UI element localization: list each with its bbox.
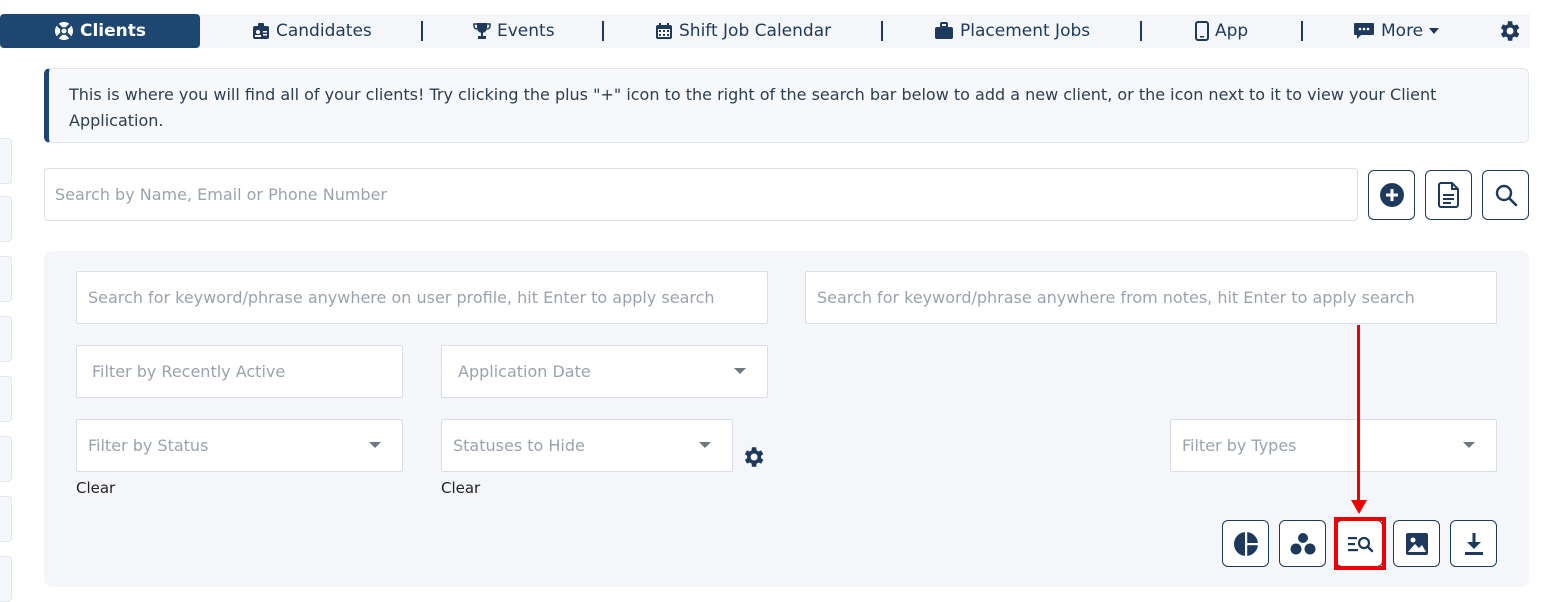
comment-icon: [1354, 23, 1374, 39]
side-panel-stub[interactable]: [0, 138, 12, 184]
side-panel-stub[interactable]: [0, 196, 12, 242]
select-value: Filter by Types: [1182, 436, 1297, 455]
tab-shift-job-calendar[interactable]: Shift Job Calendar: [655, 14, 831, 48]
info-banner: This is where you will find all of your …: [44, 68, 1529, 143]
cluster-view-button[interactable]: [1279, 520, 1326, 567]
status-filter-select[interactable]: Filter by Status: [76, 419, 403, 472]
pie-chart-icon: [1233, 530, 1259, 557]
image-view-button[interactable]: [1393, 520, 1440, 567]
top-nav: Clients Candidates Events Shift Job Cale…: [0, 14, 1530, 48]
download-button[interactable]: [1450, 520, 1497, 567]
plus-circle-icon: [1379, 183, 1404, 207]
document-icon: [1437, 182, 1459, 208]
clear-statuses-to-hide-link[interactable]: Clear: [441, 479, 480, 497]
side-panel-stub[interactable]: [0, 496, 12, 542]
side-panel-stub[interactable]: [0, 256, 12, 302]
calendar-icon: [656, 23, 672, 39]
trophy-icon: [473, 23, 491, 39]
nav-divider: [421, 21, 423, 41]
caret-down-icon: [699, 442, 711, 448]
types-filter-select[interactable]: Filter by Types: [1170, 419, 1497, 472]
select-value: Application Date: [458, 362, 591, 381]
side-panel-stub[interactable]: [0, 556, 12, 602]
clear-status-link[interactable]: Clear: [76, 479, 115, 497]
tab-label: Shift Job Calendar: [679, 21, 832, 41]
gear-icon[interactable]: [1496, 18, 1522, 44]
tab-label: Clients: [79, 21, 146, 41]
caret-down-icon: [1463, 442, 1475, 448]
mobile-icon: [1195, 21, 1209, 41]
select-value: Filter by Status: [88, 436, 209, 455]
application-date-select[interactable]: Application Date: [441, 345, 768, 398]
tab-candidates[interactable]: Candidates: [252, 14, 372, 48]
tab-label: More: [1381, 21, 1424, 41]
select-value: Statuses to Hide: [453, 436, 585, 455]
highlight-box: [1334, 517, 1386, 570]
briefcase-icon: [935, 22, 953, 39]
nav-divider: [602, 21, 604, 41]
caret-down-icon: [369, 442, 381, 448]
tab-clients[interactable]: Clients: [0, 14, 200, 48]
add-client-button[interactable]: [1368, 170, 1415, 220]
status-settings-gear-icon[interactable]: [740, 444, 766, 470]
side-panel-stub[interactable]: [0, 436, 12, 482]
life-ring-icon: [54, 22, 73, 40]
tab-app[interactable]: App: [1195, 14, 1248, 48]
tab-label: Placement Jobs: [960, 21, 1091, 41]
nav-divider: [1140, 21, 1142, 41]
id-card-icon: [253, 23, 269, 39]
nav-divider: [881, 21, 883, 41]
caret-down-icon: [734, 368, 746, 374]
client-search-input[interactable]: [44, 168, 1358, 221]
notes-keyword-search-input[interactable]: [805, 271, 1497, 324]
search-button[interactable]: [1482, 170, 1529, 220]
cluster-icon: [1290, 532, 1315, 554]
chevron-down-icon: [1429, 28, 1440, 34]
side-panel-stub[interactable]: [0, 376, 12, 422]
search-icon: [1495, 184, 1517, 207]
chart-view-button[interactable]: [1222, 520, 1269, 567]
side-panel-stub[interactable]: [0, 316, 12, 362]
annotation-arrow-line: [1357, 325, 1360, 503]
statuses-to-hide-select[interactable]: Statuses to Hide: [441, 419, 733, 472]
nav-divider: [1301, 21, 1303, 41]
recently-active-filter-input[interactable]: [76, 345, 403, 398]
client-application-button[interactable]: [1425, 170, 1472, 220]
tab-events[interactable]: Events: [473, 14, 555, 48]
tab-more[interactable]: More: [1353, 14, 1440, 48]
profile-keyword-search-input[interactable]: [76, 271, 768, 324]
image-icon: [1405, 532, 1428, 555]
tab-label: App: [1215, 21, 1249, 41]
tab-label: Events: [497, 21, 555, 41]
annotation-arrow-head: [1351, 500, 1367, 514]
tab-label: Candidates: [276, 21, 372, 41]
tab-placement-jobs[interactable]: Placement Jobs: [934, 14, 1090, 48]
download-icon: [1464, 532, 1483, 555]
